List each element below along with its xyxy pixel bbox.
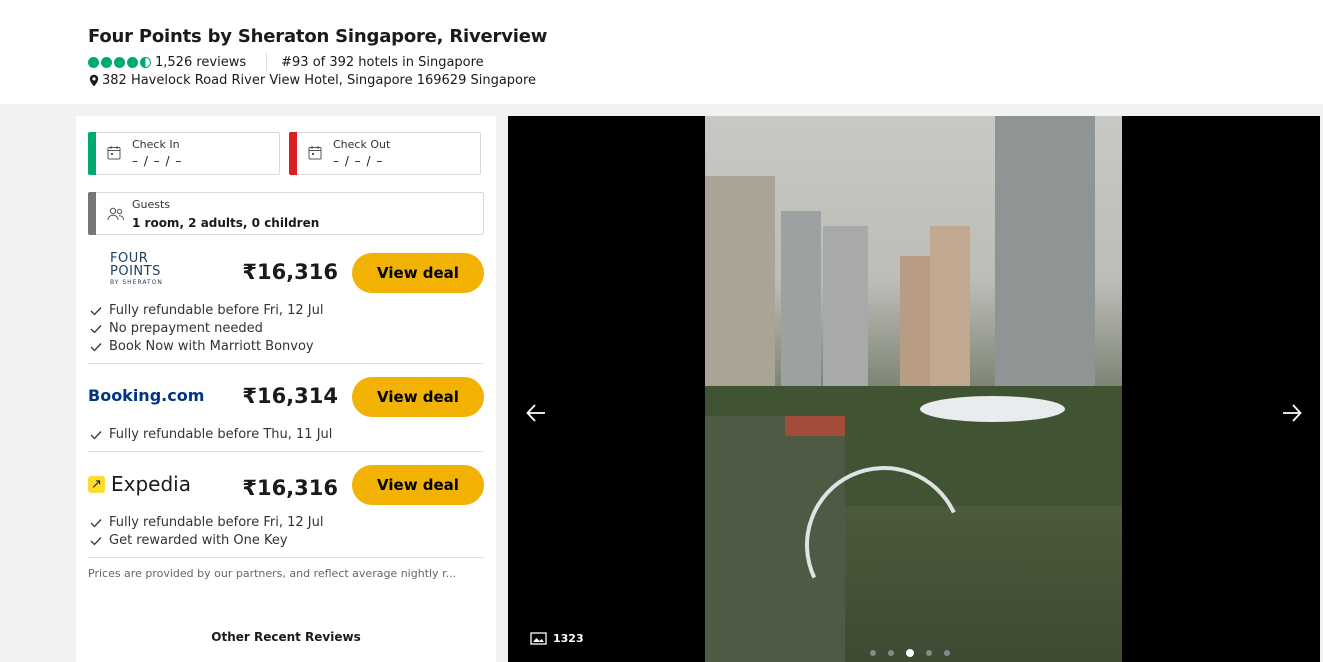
check-icon	[90, 431, 102, 440]
rating-bubble	[88, 56, 99, 68]
perk-item: Fully refundable before Thu, 11 Jul	[90, 426, 332, 444]
hotel-photo[interactable]	[705, 116, 1122, 662]
check-in-value: – / – / –	[132, 154, 183, 168]
map-pin-icon	[89, 74, 99, 87]
deal-price: ₹16,316	[242, 260, 338, 284]
check-out-value: – / – / –	[333, 154, 384, 168]
deal-perks: Fully refundable before Thu, 11 Jul	[90, 426, 332, 444]
perk-item: No prepayment needed	[90, 320, 323, 338]
divider	[88, 451, 484, 452]
calendar-icon	[308, 146, 322, 160]
rating-row: 1,526 reviews #93 of 392 hotels in Singa…	[88, 53, 484, 71]
address-row: 382 Havelock Road River View Hotel, Sing…	[88, 73, 536, 88]
deal-perks: Fully refundable before Fri, 12 Jul No p…	[90, 302, 323, 356]
deal-row-four-points: FOUR POINTS BY SHERATON ₹16,316 View dea…	[88, 252, 484, 362]
rating-bubble	[114, 56, 125, 68]
gallery-dot-active[interactable]	[906, 649, 914, 657]
guests-value: 1 room, 2 adults, 0 children	[132, 216, 320, 230]
guests-accent	[88, 192, 96, 235]
rating-bubble	[127, 56, 138, 68]
rating-bubble-half	[140, 56, 151, 68]
deal-price: ₹16,314	[242, 384, 338, 408]
gallery-dot[interactable]	[944, 650, 950, 656]
guests-label: Guests	[132, 198, 171, 211]
photo-count[interactable]: 1323	[530, 632, 584, 645]
divider	[88, 363, 484, 364]
guests-field[interactable]: Guests 1 room, 2 adults, 0 children	[88, 192, 484, 235]
gallery-dot[interactable]	[926, 650, 932, 656]
check-icon	[90, 343, 102, 352]
check-out-field[interactable]: Check Out – / – / –	[289, 132, 481, 175]
check-icon	[90, 307, 102, 316]
calendar-icon	[107, 146, 121, 160]
perk-item: Get rewarded with One Key	[90, 532, 323, 550]
divider	[266, 53, 268, 71]
view-deal-button[interactable]: View deal	[352, 377, 484, 417]
photo-building	[781, 211, 821, 411]
gallery-dot[interactable]	[888, 650, 894, 656]
arrow-left-icon[interactable]	[526, 402, 546, 424]
deal-perks: Fully refundable before Fri, 12 Jul Get …	[90, 514, 323, 550]
photo-building	[823, 226, 868, 386]
deal-price: ₹16,316	[242, 476, 338, 500]
gallery-dot[interactable]	[870, 650, 876, 656]
check-in-field[interactable]: Check In – / – / –	[88, 132, 280, 175]
check-out-accent	[289, 132, 297, 175]
perk-item: Book Now with Marriott Bonvoy	[90, 338, 323, 356]
divider	[88, 557, 484, 558]
four-points-logo[interactable]: FOUR POINTS BY SHERATON	[110, 252, 163, 288]
recent-reviews-heading: Other Recent Reviews	[211, 630, 361, 644]
reviews-link[interactable]: 1,526 reviews	[155, 55, 246, 70]
gallery-dots	[870, 649, 950, 657]
photo-dome	[920, 396, 1065, 422]
view-deal-button[interactable]: View deal	[352, 253, 484, 293]
check-icon	[90, 537, 102, 546]
price-disclaimer[interactable]: Prices are provided by our partners, and…	[88, 567, 484, 580]
arrow-right-icon[interactable]	[1282, 402, 1302, 424]
hotel-header: Four Points by Sheraton Singapore, River…	[0, 0, 1323, 104]
perk-item: Fully refundable before Fri, 12 Jul	[90, 302, 323, 320]
check-icon	[90, 519, 102, 528]
guests-icon	[107, 207, 124, 221]
view-deal-button[interactable]: View deal	[352, 465, 484, 505]
perk-item: Fully refundable before Fri, 12 Jul	[90, 514, 323, 532]
expedia-logo[interactable]: ↗ Expedia	[88, 472, 191, 496]
photo-building	[930, 226, 970, 396]
photo-building	[900, 256, 930, 396]
photo-roof	[785, 416, 845, 436]
image-icon	[530, 632, 547, 645]
booking-panel: Check In – / – / – Check Out – / – / – G…	[76, 116, 496, 662]
check-in-accent	[88, 132, 96, 175]
booking-logo[interactable]: Booking.com	[88, 386, 204, 405]
check-icon	[90, 325, 102, 334]
check-in-label: Check In	[132, 138, 180, 151]
hotel-title: Four Points by Sheraton Singapore, River…	[88, 26, 548, 47]
rating-bubble	[101, 56, 112, 68]
hotel-address[interactable]: 382 Havelock Road River View Hotel, Sing…	[102, 73, 536, 88]
rating-bubbles	[88, 56, 151, 68]
photo-gallery[interactable]: 1323	[508, 116, 1320, 662]
check-out-label: Check Out	[333, 138, 391, 151]
expedia-mark-icon: ↗	[88, 475, 105, 493]
deal-row-expedia: ↗ Expedia ₹16,316 View deal Fully refund…	[88, 464, 484, 554]
deal-row-booking: Booking.com ₹16,314 View deal Fully refu…	[88, 376, 484, 446]
hotel-rank[interactable]: #93 of 392 hotels in Singapore	[281, 55, 484, 70]
